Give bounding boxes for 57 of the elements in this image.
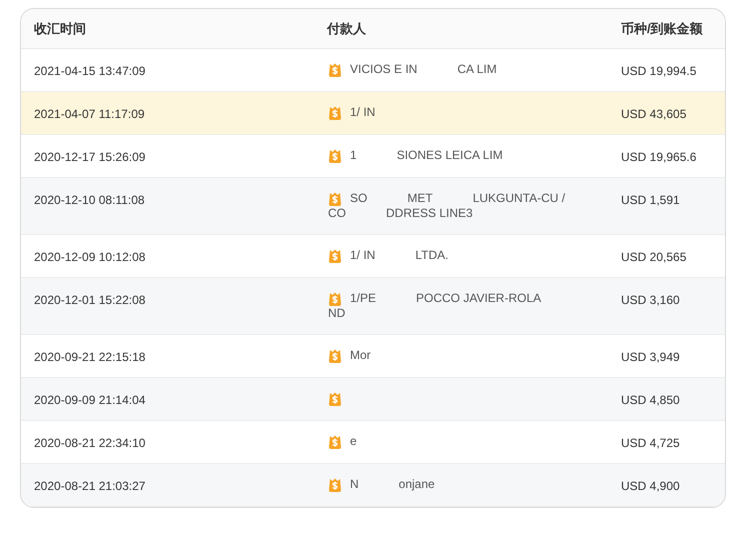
table-cell-text: USD 1,591 <box>621 192 680 209</box>
table-row[interactable]: 2020-12-10 08:11:08 SO MET LUKGUNTA-CU / CO DDRESS LINE3 USD 1,591 <box>21 178 725 235</box>
money-bag-icon <box>327 348 343 364</box>
table-cell-text: USD 4,900 <box>621 478 680 495</box>
table-cell-text: 2020-08-21 21:03:27 <box>33 478 146 495</box>
payer-name: e <box>350 434 357 449</box>
payer-name: Mor <box>350 348 371 363</box>
table-cell-text: USD 43,605 <box>621 106 686 123</box>
column-header: 币种/到账金额 <box>621 20 703 38</box>
money-bag-icon <box>327 105 343 121</box>
table-cell-text: 2020-12-09 10:12:08 <box>33 249 146 266</box>
column-header: 收汇时间 <box>33 20 87 38</box>
table-cell-text: 2020-09-21 22:15:18 <box>33 349 146 366</box>
payer-name: LTDA. <box>415 248 448 263</box>
payer-name: SO <box>350 191 368 206</box>
table-cell-text: 2020-12-10 08:11:08 <box>33 192 146 209</box>
table-cell-text: USD 19,965.6 <box>621 149 696 166</box>
table-cell-text: USD 20,565 <box>621 249 686 266</box>
table-cell-text: 2020-08-21 22:34:10 <box>33 435 146 452</box>
payer-name: CO <box>328 206 346 221</box>
payer-name: MET <box>407 191 433 206</box>
payer-name: onjane <box>398 477 435 492</box>
payer-name: DDRESS LINE3 <box>386 206 473 221</box>
payer-name: LUKGUNTA-CU / <box>472 191 566 206</box>
table-cell-text: USD 19,994.5 <box>621 63 696 80</box>
table-cell-text: 2021-04-07 11:17:09 <box>33 106 146 123</box>
table-cell-text: 2020-09-09 21:14:04 <box>33 392 146 409</box>
money-bag-icon <box>327 148 343 164</box>
payer-name: ND <box>328 306 346 321</box>
money-bag-icon <box>327 248 343 264</box>
money-bag-icon <box>327 477 343 493</box>
table-row[interactable]: 2021-04-07 11:17:09 1/ IN USD 43,605 <box>21 92 725 135</box>
table-row[interactable]: 2020-09-09 21:14:04 USD 4,850 <box>21 378 725 421</box>
payer-name: 1/ IN <box>350 248 376 263</box>
money-bag-icon <box>327 191 343 207</box>
table-cell-text: USD 3,949 <box>621 349 680 366</box>
table-cell-text: 2021-04-15 13:47:09 <box>33 63 146 80</box>
payer-name: N <box>350 477 359 492</box>
table-cell-text: USD 4,725 <box>621 435 680 452</box>
table-cell-text: 2020-12-01 15:22:08 <box>33 292 146 309</box>
payer-name: SIONES LEICA LIM <box>396 148 503 163</box>
payer-name: 1 <box>350 148 357 163</box>
table-row[interactable]: 2020-12-01 15:22:08 1/PE POCCO JAVIER-ROLA ND USD 3,160 <box>21 278 725 335</box>
payer-name: 1/ IN <box>350 105 376 120</box>
table-cell-text: USD 4,850 <box>621 392 680 409</box>
table-cell-text: 2020-12-17 15:26:09 <box>33 149 146 166</box>
money-bag-icon <box>327 434 343 450</box>
payer-name: POCCO JAVIER-ROLA <box>416 291 542 306</box>
money-bag-icon <box>327 391 343 407</box>
payer-name: 1/PE <box>350 291 376 306</box>
money-bag-icon <box>327 62 343 78</box>
money-bag-icon <box>327 291 343 307</box>
payer-name: CA LIM <box>457 62 497 77</box>
table-row[interactable]: 2020-08-21 21:03:27 N onjane USD 4,900 <box>21 464 725 507</box>
column-header: 付款人 <box>327 20 367 38</box>
payer-name: VICIOS E IN <box>350 62 418 77</box>
table-cell-text: USD 3,160 <box>621 292 680 309</box>
